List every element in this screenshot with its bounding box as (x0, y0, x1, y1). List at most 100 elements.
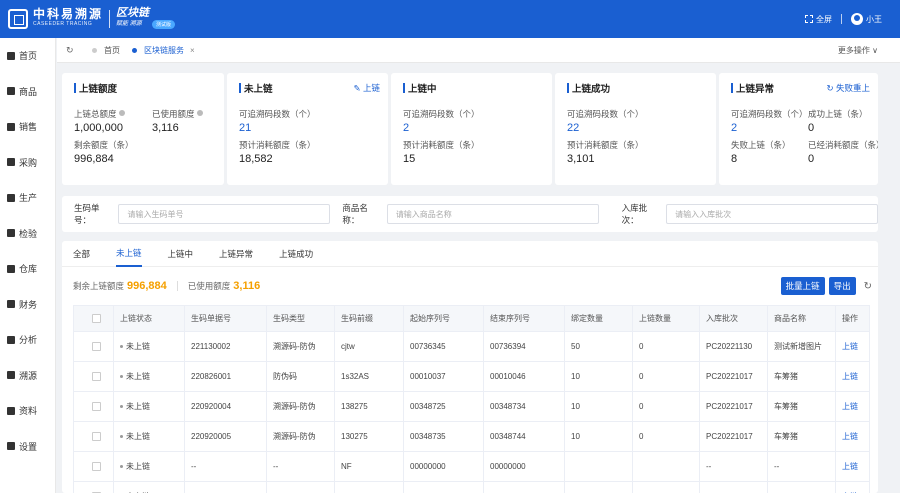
column-header[interactable]: 生码单据号 (184, 305, 267, 332)
sidebar-item-label: 财务 (19, 299, 38, 310)
row-checkbox[interactable] (92, 462, 101, 471)
tab-bar: ↻ 首页 区块链服务 × 更多操作 ∨ (57, 38, 900, 63)
table-cell: -- (266, 481, 335, 493)
upload-link[interactable]: 上链 (835, 331, 870, 362)
row-select-cell (73, 361, 114, 392)
tab-uploading[interactable]: 上链中 (168, 241, 194, 267)
column-header[interactable]: 绑定数量 (564, 305, 633, 332)
upload-link[interactable]: 上链 (835, 481, 870, 493)
tab-not-uploaded[interactable]: 未上链 (116, 241, 142, 267)
row-select-cell (73, 421, 114, 452)
table-cell: 0 (632, 421, 700, 452)
batch-input[interactable]: 请输入入库批次 (666, 204, 878, 224)
stat-value: 22 (567, 122, 580, 134)
retry-action[interactable]: ↻ 失败重上 (827, 82, 871, 94)
tab-home[interactable]: 首页 (92, 45, 120, 56)
fullscreen-button[interactable]: 全屏 (805, 14, 832, 25)
sidebar-item-inspection[interactable]: 检验 (0, 216, 55, 252)
used-label: 已使用额度 (187, 281, 231, 291)
column-header[interactable]: 结束序列号 (483, 305, 565, 332)
status-tabs: 全部 未上链 上链中 上链异常 上链成功 (62, 241, 878, 267)
upload-link[interactable]: 上链 (835, 451, 870, 482)
tab-blockchain[interactable]: 区块链服务 × (132, 45, 195, 56)
top-bar: 中科易溯源 CASEEDER TRACING 区块链 赋能 溯源 测试版 全屏 … (0, 0, 900, 38)
close-icon[interactable]: × (190, 46, 195, 55)
upload-link[interactable]: 上链 (835, 421, 870, 452)
table-cell: 00000000 (403, 481, 484, 493)
sidebar-item-label: 销售 (19, 122, 38, 133)
user-menu[interactable]: 小王 (851, 13, 882, 25)
order-number-input[interactable]: 请输入生码单号 (118, 204, 331, 224)
sidebar-item-finance[interactable]: 财务 (0, 287, 55, 323)
status-label: 未上链 (126, 342, 150, 351)
table-cell: -- (184, 451, 267, 482)
table-cell: -- (266, 451, 335, 482)
export-button[interactable]: 导出 (828, 277, 856, 295)
table-row: 未上链 220920005 溯源码-防伪 130275 00348735 00348744… (73, 421, 870, 452)
stat-label: 预计消耗额度（条） (239, 140, 316, 150)
sidebar-item-label: 分析 (19, 335, 38, 346)
batch-upload-button[interactable]: 批量上链 (780, 277, 825, 295)
stat-label: 可追溯码段数（个） (239, 109, 316, 119)
used-value: 3,116 (233, 280, 261, 292)
column-header[interactable]: 起始序列号 (403, 305, 484, 332)
column-header[interactable]: 生码类型 (266, 305, 335, 332)
card-accent (567, 83, 569, 93)
upload-action[interactable]: ✎ 上链 (354, 82, 381, 94)
sidebar-item-sales[interactable]: 销售 (0, 109, 55, 145)
retry-icon: ↻ (826, 83, 836, 93)
table-cell (632, 481, 700, 493)
upload-link[interactable]: 上链 (835, 361, 870, 392)
finance-icon (7, 300, 15, 309)
card-accent (74, 83, 76, 93)
sidebar-item-label: 仓库 (19, 264, 38, 275)
column-header[interactable]: 生码前缀 (334, 305, 404, 332)
row-checkbox[interactable] (92, 402, 101, 411)
card-title: 上链中 (408, 84, 437, 95)
sidebar-item-production[interactable]: 生产 (0, 180, 55, 216)
tab-upload-error[interactable]: 上链异常 (219, 241, 253, 267)
chart-icon (7, 335, 15, 344)
sidebar-item-analysis[interactable]: 分析 (0, 322, 55, 358)
column-header[interactable]: 商品名称 (767, 305, 836, 332)
help-icon[interactable] (196, 110, 203, 116)
card-title: 上链异常 (736, 84, 775, 95)
sidebar-item-home[interactable]: 首页 (0, 38, 55, 74)
column-header[interactable]: 上链数量 (632, 305, 700, 332)
goods-name-input[interactable]: 请输入商品名称 (386, 204, 599, 224)
row-checkbox[interactable] (92, 342, 101, 351)
sidebar-item-trace[interactable]: 溯源 (0, 358, 55, 394)
upload-link[interactable]: 上链 (835, 391, 870, 422)
help-icon[interactable] (118, 110, 125, 116)
success-card: 上链成功 可追溯码段数（个） 22 预计消耗额度（条） 3,101 (555, 73, 716, 185)
stat-value: 0 (808, 122, 815, 134)
sidebar-item-goods[interactable]: 商品 (0, 74, 55, 110)
card-accent (731, 83, 733, 93)
warehouse-icon (7, 264, 15, 273)
sidebar-item-warehouse[interactable]: 仓库 (0, 251, 55, 287)
reload-icon[interactable]: ↻ (864, 281, 872, 292)
logo-cn: 中科易溯源 (33, 7, 104, 21)
stat-label: 可追溯码段数（个） (567, 109, 644, 119)
tab-all[interactable]: 全部 (73, 241, 90, 267)
stat-value: 2 (403, 122, 410, 134)
tab-upload-success[interactable]: 上链成功 (279, 241, 313, 267)
sidebar-item-document[interactable]: 资料 (0, 393, 55, 429)
refresh-icon[interactable]: ↻ (66, 45, 80, 56)
more-operations-button[interactable]: 更多操作 ∨ (838, 45, 878, 56)
row-checkbox[interactable] (92, 432, 101, 441)
stat-label: 失败上链（条） (731, 140, 791, 150)
select-all-checkbox[interactable] (92, 314, 101, 323)
order-filter-label: 生码单号： (74, 203, 100, 225)
remain-value: 996,884 (127, 280, 167, 292)
sidebar-item-label: 检验 (19, 228, 38, 239)
sidebar-item-purchase[interactable]: 采购 (0, 145, 55, 181)
logo[interactable]: 中科易溯源 CASEEDER TRACING 区块链 赋能 溯源 测试版 (8, 7, 176, 30)
column-header[interactable]: 入库批次 (699, 305, 768, 332)
row-checkbox[interactable] (92, 372, 101, 381)
table-cell: -- (767, 481, 836, 493)
column-header[interactable]: 上链状态 (113, 305, 185, 332)
sidebar-item-settings[interactable]: 设置 (0, 429, 55, 465)
table-cell: -- (184, 481, 267, 493)
status-dot-icon (120, 435, 123, 438)
